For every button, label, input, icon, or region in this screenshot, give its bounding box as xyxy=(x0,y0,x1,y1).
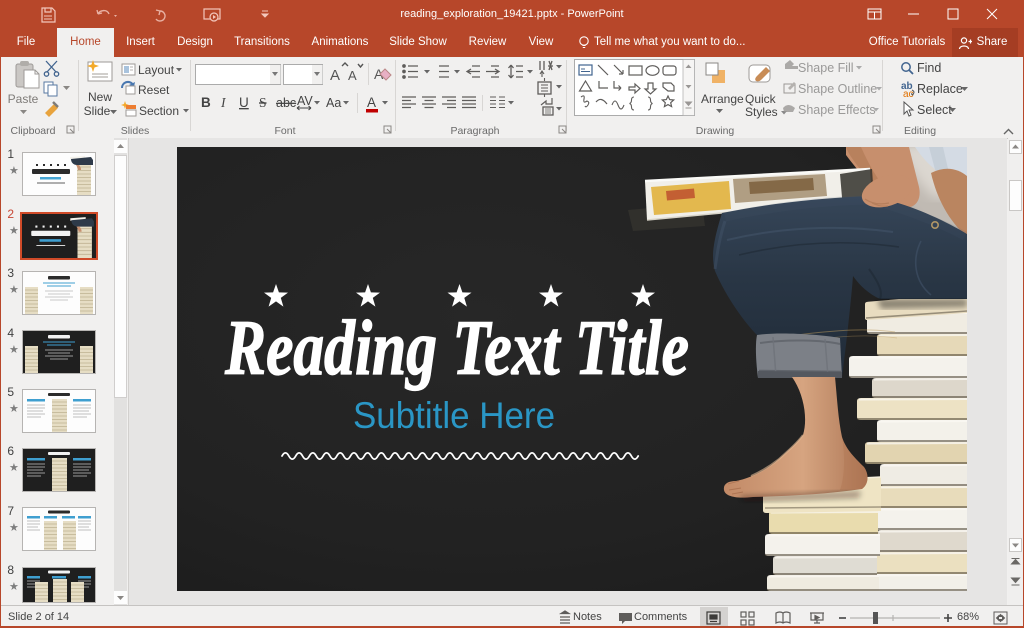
svg-text:Replace: Replace xyxy=(917,82,963,96)
svg-text:A: A xyxy=(367,95,376,110)
svg-text:Slide: Slide xyxy=(84,104,111,118)
svg-text:Subtitle Here: Subtitle Here xyxy=(353,395,555,436)
svg-text:Shape Fill: Shape Fill xyxy=(798,61,854,75)
svg-text:A: A xyxy=(348,68,357,83)
svg-text:Select: Select xyxy=(917,103,952,117)
svg-text:Styles: Styles xyxy=(745,105,778,119)
svg-text:Shape Outline: Shape Outline xyxy=(798,82,877,96)
svg-text:Find: Find xyxy=(917,61,941,75)
svg-text:Reset: Reset xyxy=(138,83,170,97)
svg-text:AV: AV xyxy=(297,94,313,108)
svg-text:Aa: Aa xyxy=(326,96,341,110)
svg-text:Section: Section xyxy=(139,104,179,118)
svg-text:S: S xyxy=(259,95,267,110)
svg-text:Layout: Layout xyxy=(138,63,175,77)
svg-text:Paste: Paste xyxy=(8,92,39,106)
svg-text:I: I xyxy=(220,95,227,110)
svg-text:Shape Effects: Shape Effects xyxy=(798,103,876,117)
svg-text:abc: abc xyxy=(276,96,296,110)
svg-text:Reading Text Title: Reading Text Title xyxy=(224,304,689,391)
svg-text:Arrange: Arrange xyxy=(701,92,744,106)
svg-text:New: New xyxy=(88,90,112,104)
svg-text:Quick: Quick xyxy=(745,92,777,106)
svg-text:U: U xyxy=(239,95,249,110)
svg-text:B: B xyxy=(201,95,211,110)
svg-text:A: A xyxy=(330,67,340,84)
